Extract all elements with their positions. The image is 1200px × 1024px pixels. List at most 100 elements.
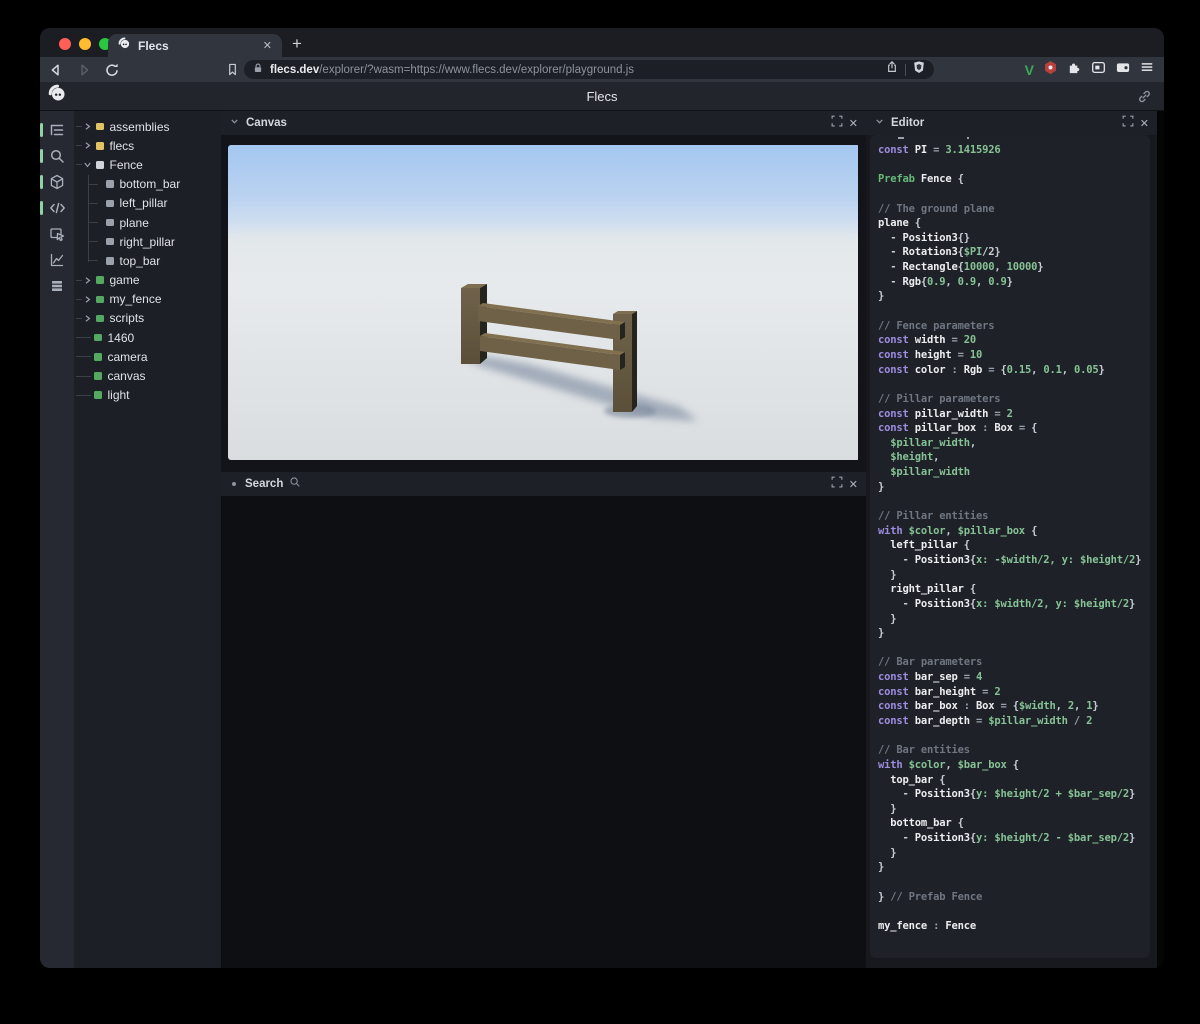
- tables-icon[interactable]: [40, 273, 74, 299]
- tree-item-Fence[interactable]: Fence: [74, 155, 221, 174]
- reload-icon[interactable]: [100, 60, 124, 80]
- minimize-window-icon[interactable]: [79, 38, 91, 50]
- code-line: }: [878, 626, 1150, 641]
- search-results-area[interactable]: [221, 496, 866, 968]
- browser-tab[interactable]: Flecs ✕: [108, 34, 282, 57]
- extensions-puzzle-icon[interactable]: [1067, 60, 1082, 80]
- flecs-logo-icon: [48, 84, 67, 108]
- entity-color-square: [96, 142, 104, 150]
- share-icon[interactable]: [885, 60, 899, 79]
- vue-devtools-icon[interactable]: V: [1025, 62, 1034, 78]
- inspector-icon[interactable]: [40, 221, 74, 247]
- entity-color-square: [96, 315, 104, 323]
- panel-bullet-icon[interactable]: [232, 482, 236, 486]
- tree-item-light[interactable]: light: [74, 386, 221, 405]
- canvas-panel-icon[interactable]: [40, 169, 74, 195]
- browser-window: Flecs ✕ + flecs.dev/explorer/?wasm=https…: [40, 28, 1164, 968]
- tree-item-1460[interactable]: 1460: [74, 328, 221, 347]
- sidebar-icon[interactable]: [1091, 60, 1106, 80]
- hexagon-extension-icon[interactable]: [1043, 60, 1058, 80]
- tree-item-bottom_bar[interactable]: bottom_bar: [74, 175, 221, 194]
- tree-item-canvas[interactable]: canvas: [74, 366, 221, 385]
- tree-guide-line: [76, 376, 91, 377]
- canvas-panel-header: Canvas ✕: [221, 111, 866, 135]
- forward-icon[interactable]: [72, 60, 96, 80]
- fullscreen-icon[interactable]: [1122, 114, 1134, 132]
- code-line: const bar_box : Box = {$width, 2, 1}: [878, 699, 1150, 714]
- close-window-icon[interactable]: [59, 38, 71, 50]
- editor-panel-header: Editor ✕: [866, 111, 1157, 135]
- tree-item-game[interactable]: game: [74, 271, 221, 290]
- tree-item-left_pillar[interactable]: left_pillar: [74, 194, 221, 213]
- wallet-icon[interactable]: [1115, 60, 1131, 80]
- tree-item-label: left_pillar: [120, 196, 168, 210]
- code-line: Prefab Fence {: [878, 172, 1150, 187]
- close-panel-icon[interactable]: ✕: [849, 478, 858, 491]
- brave-shield-icon[interactable]: [912, 60, 926, 79]
- tree-item-top_bar[interactable]: top_bar: [74, 251, 221, 270]
- editor-panel-icon[interactable]: [40, 195, 74, 221]
- sky: [228, 145, 858, 237]
- code-editor[interactable]: const PI = 3.1415926 Prefab Fence { // T…: [870, 135, 1150, 958]
- code-line: [878, 377, 1150, 392]
- chevron-right-icon[interactable]: [82, 294, 93, 305]
- fullscreen-icon[interactable]: [831, 475, 843, 493]
- code-line: plane {: [878, 216, 1150, 231]
- close-panel-icon[interactable]: ✕: [849, 117, 858, 130]
- menu-icon[interactable]: [1140, 60, 1154, 79]
- tree-item-label: Fence: [110, 158, 143, 172]
- fullscreen-icon[interactable]: [831, 114, 843, 132]
- chevron-right-icon[interactable]: [82, 275, 93, 286]
- tab-close-icon[interactable]: ✕: [263, 39, 272, 52]
- tree-panel-icon[interactable]: [40, 117, 74, 143]
- code-line: const pillar_box : Box = {: [878, 421, 1150, 436]
- chevron-down-icon[interactable]: [229, 114, 240, 132]
- share-link-icon[interactable]: [1137, 89, 1152, 109]
- flecs-explorer-page: Flecs assembliesflecsFencebottom_barleft…: [40, 82, 1164, 968]
- tree-item-scripts[interactable]: scripts: [74, 309, 221, 328]
- tab-title: Flecs: [138, 39, 256, 53]
- code-lines: const PI = 3.1415926 Prefab Fence { // T…: [878, 143, 1150, 934]
- entity-color-square: [106, 238, 114, 246]
- entity-color-square: [96, 123, 104, 131]
- fence-left-pillar: [461, 284, 487, 364]
- address-bar[interactable]: flecs.dev/explorer/?wasm=https://www.fle…: [244, 60, 934, 79]
- tab-favicon-flecs-icon: [118, 37, 131, 55]
- code-line: [878, 904, 1150, 919]
- code-line: - Position3{x: -$width/2, y: $height/2}: [878, 553, 1150, 568]
- tree-connector: [82, 194, 103, 213]
- url-domain: flecs.dev: [270, 64, 319, 76]
- stats-icon[interactable]: [40, 247, 74, 273]
- chevron-right-icon[interactable]: [82, 121, 93, 132]
- tree-item-my_fence[interactable]: my_fence: [74, 290, 221, 309]
- new-tab-button[interactable]: +: [292, 35, 302, 52]
- code-line: // Bar parameters: [878, 655, 1150, 670]
- back-icon[interactable]: [44, 60, 68, 80]
- tree-item-camera[interactable]: camera: [74, 347, 221, 366]
- canvas-viewport[interactable]: [228, 145, 860, 460]
- editor-panel: Editor ✕ const PI = 3.1415926 Prefab Fen…: [866, 111, 1157, 968]
- tree-item-label: scripts: [110, 311, 145, 325]
- tree-item-right_pillar[interactable]: right_pillar: [74, 232, 221, 251]
- code-line: }: [878, 612, 1150, 627]
- window-controls: [59, 38, 111, 50]
- chevron-right-icon[interactable]: [82, 140, 93, 151]
- code-line: bottom_bar {: [878, 816, 1150, 831]
- entity-color-square: [106, 257, 114, 265]
- close-panel-icon[interactable]: ✕: [1140, 117, 1149, 130]
- chevron-right-icon[interactable]: [82, 313, 93, 324]
- chevron-down-icon[interactable]: [874, 114, 885, 132]
- tree-item-label: my_fence: [110, 292, 162, 306]
- tree-item-assemblies[interactable]: assemblies: [74, 117, 221, 136]
- code-line: [878, 304, 1150, 319]
- tree-connector: [82, 213, 103, 232]
- tree-item-label: assemblies: [110, 120, 170, 134]
- tree-item-flecs[interactable]: flecs: [74, 136, 221, 155]
- code-line: [878, 729, 1150, 744]
- code-line: [878, 641, 1150, 656]
- search-panel-header: Search ✕: [221, 472, 866, 496]
- tree-item-plane[interactable]: plane: [74, 213, 221, 232]
- chevron-down-icon[interactable]: [82, 159, 93, 170]
- bookmark-icon[interactable]: [220, 60, 244, 80]
- search-panel-icon[interactable]: [40, 143, 74, 169]
